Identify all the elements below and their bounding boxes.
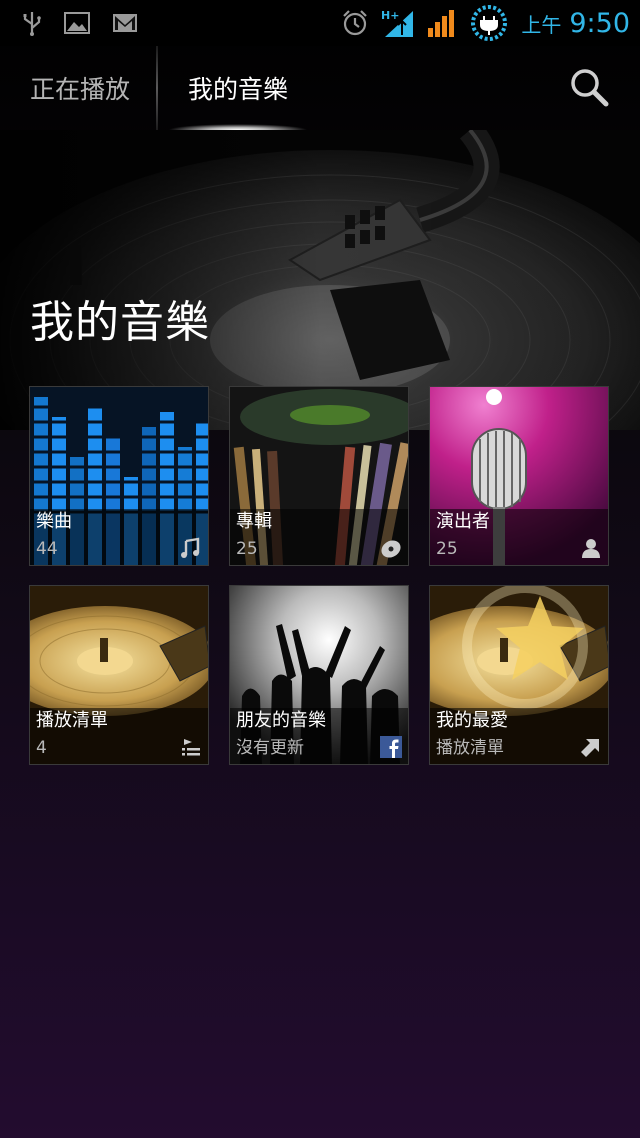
status-time: 9:50 bbox=[569, 7, 630, 39]
status-clock: 上午 9:50 bbox=[521, 8, 630, 39]
tile-favorites[interactable]: 我的最愛 播放清單 bbox=[429, 585, 609, 765]
page-title: 我的音樂 bbox=[30, 297, 210, 348]
status-bar: H+ 上午 9:50 bbox=[0, 0, 640, 46]
music-note-icon bbox=[181, 537, 200, 558]
tile-title: 播放清單 bbox=[36, 710, 108, 731]
turntable-background-image bbox=[0, 130, 640, 430]
tile-title: 朋友的音樂 bbox=[236, 710, 326, 731]
hero-banner bbox=[0, 130, 640, 430]
playlist-icon bbox=[182, 739, 200, 756]
tile-update-status: 沒有更新 bbox=[236, 738, 304, 758]
tile-count: 44 bbox=[36, 539, 58, 559]
facebook-icon bbox=[380, 736, 402, 758]
signal-hplus-icon: H+ bbox=[381, 9, 414, 37]
tab-my-music[interactable]: 我的音樂 bbox=[188, 46, 288, 130]
tile-subtitle: 播放清單 bbox=[436, 738, 504, 758]
alarm-icon bbox=[343, 10, 368, 36]
tile-title: 專輯 bbox=[236, 511, 272, 532]
top-tab-bar: 正在播放 我的音樂 bbox=[0, 46, 640, 130]
charging-icon bbox=[471, 5, 508, 41]
tile-artists[interactable]: 演出者 25 bbox=[429, 386, 609, 566]
svg-text:H+: H+ bbox=[381, 9, 399, 22]
gmail-icon bbox=[113, 14, 137, 32]
tab-divider bbox=[156, 46, 158, 130]
tab-now-playing[interactable]: 正在播放 bbox=[30, 46, 130, 130]
search-icon[interactable] bbox=[568, 66, 610, 108]
signal-bars-icon bbox=[428, 10, 455, 37]
tile-albums[interactable]: 專輯 25 bbox=[229, 386, 409, 566]
tile-title: 樂曲 bbox=[36, 511, 72, 532]
tile-count: 25 bbox=[436, 539, 458, 559]
image-icon bbox=[64, 12, 90, 34]
person-icon bbox=[582, 539, 600, 558]
active-tab-indicator bbox=[168, 124, 308, 130]
status-ampm: 上午 bbox=[521, 12, 562, 37]
usb-icon bbox=[23, 12, 41, 36]
tile-count: 4 bbox=[36, 738, 47, 758]
tile-songs[interactable]: 樂曲 44 bbox=[29, 386, 209, 566]
shortcut-icon bbox=[581, 739, 599, 757]
tile-title: 演出者 bbox=[436, 511, 490, 532]
tile-title: 我的最愛 bbox=[436, 710, 508, 731]
tile-friends-music[interactable]: 朋友的音樂 沒有更新 bbox=[229, 585, 409, 765]
disc-icon bbox=[381, 540, 401, 558]
tile-count: 25 bbox=[236, 539, 258, 559]
tile-playlists[interactable]: 播放清單 4 bbox=[29, 585, 209, 765]
